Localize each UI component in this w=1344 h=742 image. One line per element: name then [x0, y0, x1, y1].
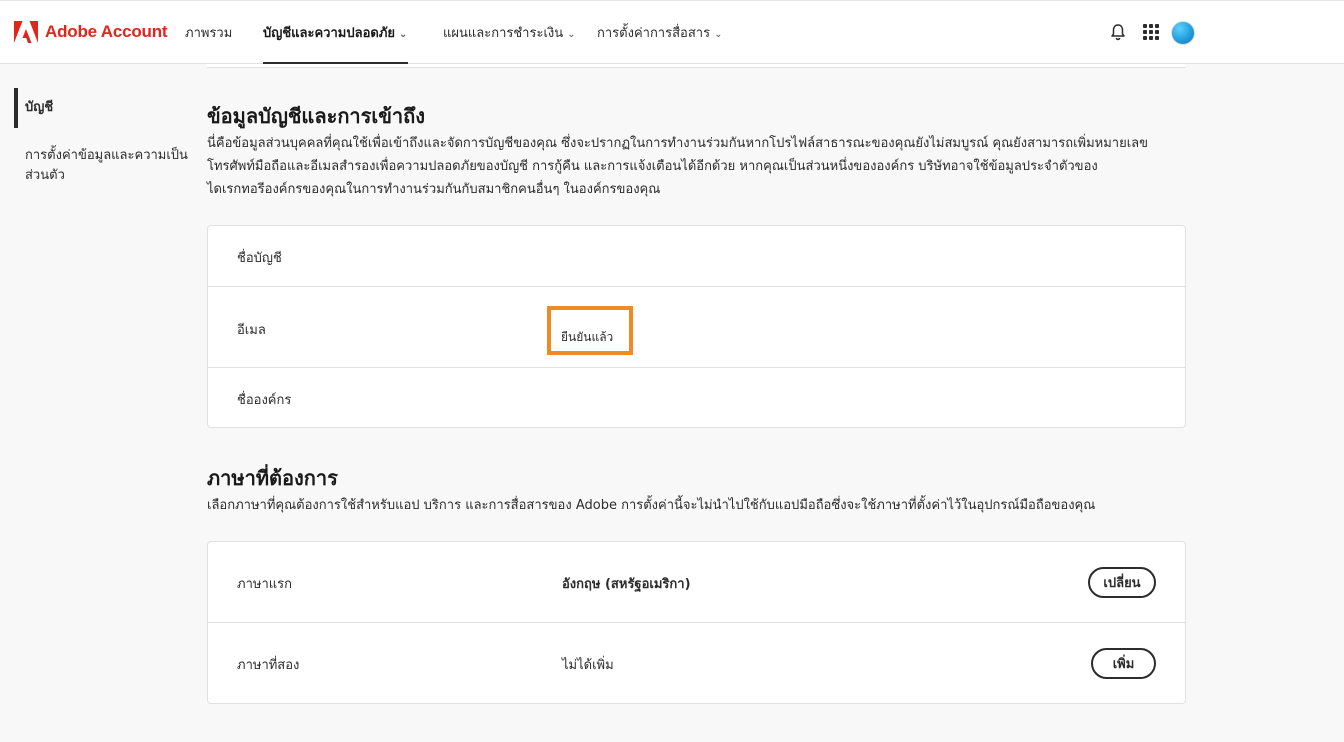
chevron-down-icon: ⌄ [399, 29, 408, 40]
account-name-row: ชื่อบัญชี [208, 226, 1185, 287]
account-name-label: ชื่อบัญชี [237, 251, 282, 266]
secondary-language-row: ภาษาที่สอง ไม่ได้เพิ่ม เพิ่ม [208, 623, 1185, 704]
nav-plans-payment[interactable]: แผนและการชำระเงิน ⌄ [443, 22, 576, 43]
account-section-description: นี่คือข้อมูลส่วนบุคคลที่คุณใช้เพื่อเข้าถ… [207, 132, 1197, 201]
nav-account-security-label: บัญชีและความปลอดภัย [263, 26, 395, 41]
change-language-button[interactable]: เปลี่ยน [1088, 567, 1156, 598]
chevron-down-icon: ⌄ [567, 29, 576, 40]
top-bar: Adobe Account ภาพรวม บัญชีและความปลอดภัย… [0, 0, 1344, 64]
language-section-title: ภาษาที่ต้องการ [207, 466, 338, 490]
organization-name-label: ชื่อองค์กร [237, 393, 292, 408]
account-desc-line2: โทรศัพท์มือถือและอีเมลสำรองเพื่อความปลอด… [207, 159, 1098, 174]
secondary-language-label: ภาษาที่สอง [237, 658, 300, 673]
sidebar-item-privacy[interactable]: การตั้งค่าข้อมูลและความเป็น ส่วนตัว [25, 146, 188, 186]
organization-name-row: ชื่อองค์กร [208, 368, 1185, 428]
sidebar-item-account[interactable]: บัญชี [25, 98, 53, 118]
previous-card-edge [207, 64, 1186, 68]
sidebar-item-privacy-line2: ส่วนตัว [25, 168, 65, 183]
email-label: อีเมล [237, 323, 266, 338]
nav-overview-label: ภาพรวม [185, 26, 233, 41]
nav-overview[interactable]: ภาพรวม [185, 22, 232, 43]
secondary-language-value: ไม่ได้เพิ่ม [562, 658, 614, 673]
avatar[interactable] [1171, 21, 1195, 45]
sidebar-active-indicator [14, 88, 18, 128]
apps-grid-icon[interactable] [1143, 24, 1159, 40]
language-card: ภาษาแรก อังกฤษ (สหรัฐอเมริกา) เปลี่ยน ภา… [207, 541, 1186, 704]
account-info-card: ชื่อบัญชี อีเมล ชื่อองค์กร [207, 225, 1186, 428]
primary-language-row: ภาษาแรก อังกฤษ (สหรัฐอเมริกา) เปลี่ยน [208, 542, 1185, 623]
brand-name: Adobe Account [45, 22, 168, 41]
adobe-logo-icon [14, 21, 38, 43]
nav-communication-settings[interactable]: การตั้งค่าการสื่อสาร ⌄ [597, 22, 722, 43]
account-desc-line3: ไดเรกทอรีองค์กรของคุณในการทำงานร่วมกันกั… [207, 182, 661, 197]
chevron-down-icon: ⌄ [714, 29, 723, 40]
nav-communication-settings-label: การตั้งค่าการสื่อสาร [597, 26, 711, 41]
email-verified-highlight: ยืนยันแล้ว [547, 306, 633, 355]
adobe-logo[interactable]: Adobe Account [14, 21, 168, 43]
primary-language-value: อังกฤษ (สหรัฐอเมริกา) [562, 577, 691, 592]
email-verified-status: ยืนยันแล้ว [561, 330, 614, 344]
nav-plans-payment-label: แผนและการชำระเงิน [443, 26, 564, 41]
primary-language-label: ภาษาแรก [237, 577, 292, 592]
account-desc-line1: นี่คือข้อมูลส่วนบุคคลที่คุณใช้เพื่อเข้าถ… [207, 136, 1149, 151]
add-language-button[interactable]: เพิ่ม [1091, 648, 1156, 679]
bell-icon[interactable] [1109, 23, 1127, 41]
email-row: อีเมล [208, 287, 1185, 368]
account-section-title: ข้อมูลบัญชีและการเข้าถึง [207, 104, 426, 128]
nav-account-security[interactable]: บัญชีและความปลอดภัย ⌄ [263, 22, 407, 43]
language-section-description: เลือกภาษาที่คุณต้องการใช้สำหรับแอป บริกา… [207, 498, 1096, 513]
sidebar-item-privacy-line1: การตั้งค่าข้อมูลและความเป็น [25, 148, 188, 163]
